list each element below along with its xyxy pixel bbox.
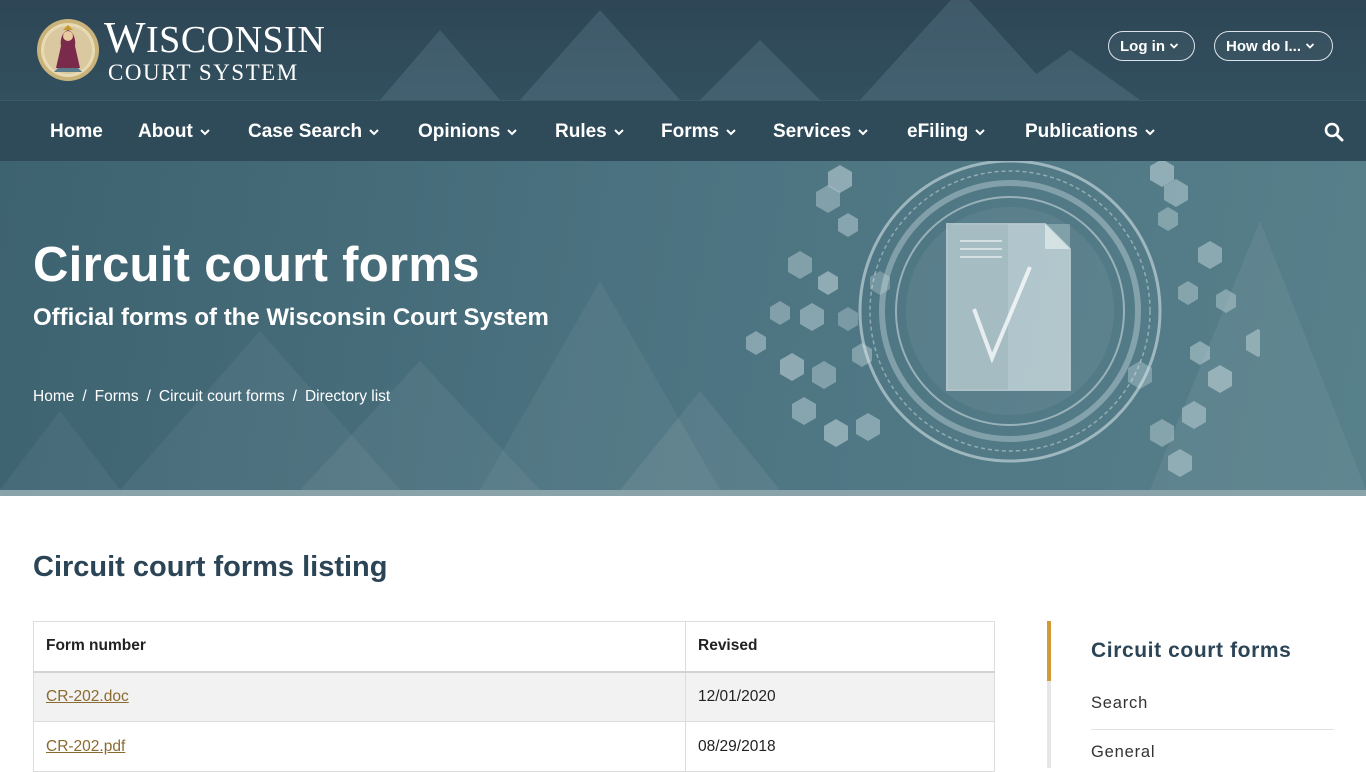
nav-item-rules[interactable]: Rules <box>555 101 625 162</box>
section-title: Circuit court forms listing <box>33 551 388 583</box>
hero-banner: Circuit court forms Official forms of th… <box>0 161 1366 490</box>
nav-item-home[interactable]: Home <box>50 101 103 162</box>
nav-item-case-search[interactable]: Case Search <box>248 101 380 162</box>
column-header-revised[interactable]: Revised <box>685 621 995 673</box>
breadcrumb-circuit-court-forms[interactable]: Circuit court forms <box>159 388 285 406</box>
chevron-down-icon <box>726 128 736 135</box>
breadcrumb-forms[interactable]: Forms <box>95 388 139 406</box>
sidebar-nav: Circuit court forms Search General <box>1047 621 1334 768</box>
hero-bottom-border <box>0 490 1366 496</box>
nav-item-about[interactable]: About <box>138 101 211 162</box>
nav-item-publications[interactable]: Publications <box>1025 101 1156 162</box>
breadcrumb-separator: / <box>292 388 297 405</box>
table-header-row: Form number Revised <box>33 621 995 673</box>
document-checkmark-illustration <box>746 161 1260 477</box>
table-row: CR-202.doc 12/01/2020 <box>33 671 995 722</box>
nav-item-opinions[interactable]: Opinions <box>418 101 518 162</box>
nav-item-label: eFiling <box>907 120 969 142</box>
chevron-down-icon <box>614 128 624 135</box>
nav-item-label: Case Search <box>248 120 363 142</box>
nav-item-label: Publications <box>1025 120 1138 142</box>
column-header-form-number[interactable]: Form number <box>33 621 686 673</box>
chevron-down-icon <box>975 128 985 135</box>
chevron-down-icon <box>1305 43 1315 49</box>
page-subtitle: Official forms of the Wisconsin Court Sy… <box>33 304 549 331</box>
form-link[interactable]: CR-202.pdf <box>46 738 125 755</box>
table-cell-revised: 08/29/2018 <box>685 721 995 772</box>
wisconsin-court-system-logo[interactable]: WISCONSIN COURT SYSTEM <box>36 16 326 85</box>
breadcrumb-separator: / <box>146 388 151 405</box>
nav-item-label: Home <box>50 120 103 142</box>
nav-item-label: Services <box>773 120 852 142</box>
table-cell-form: CR-202.doc <box>33 671 686 722</box>
how-do-i-label: How do I... <box>1226 37 1301 55</box>
breadcrumb-current: Directory list <box>304 388 391 405</box>
nav-item-forms[interactable]: Forms <box>661 101 737 162</box>
nav-item-label: About <box>138 120 193 142</box>
site-header: WISCONSIN COURT SYSTEM Log in How do I..… <box>0 0 1366 100</box>
nav-item-label: Rules <box>555 120 607 142</box>
table-cell-revised: 12/01/2020 <box>685 671 995 722</box>
nav-item-services[interactable]: Services <box>773 101 869 162</box>
logo-line2-text: COURT SYSTEM <box>108 60 299 85</box>
nav-item-label: Forms <box>661 120 720 142</box>
forms-table: Form number Revised CR-202.doc 12/01/202… <box>33 621 995 772</box>
chevron-down-icon <box>858 128 868 135</box>
chevron-down-icon <box>507 128 518 135</box>
table-cell-form: CR-202.pdf <box>33 721 686 772</box>
main-navigation: Home About Case Search Opinions Rules Fo… <box>0 100 1366 161</box>
sidebar-item-general[interactable]: General <box>1091 743 1334 762</box>
logo-initial: W <box>104 13 147 62</box>
chevron-down-icon <box>369 128 379 135</box>
chevron-down-icon <box>1169 43 1179 49</box>
chevron-down-icon <box>200 128 210 135</box>
login-label: Log in <box>1120 37 1165 55</box>
chevron-down-icon <box>1145 128 1155 135</box>
login-button[interactable]: Log in <box>1108 31 1195 61</box>
form-link[interactable]: CR-202.doc <box>46 688 129 705</box>
court-seal-icon <box>36 18 100 82</box>
search-icon[interactable] <box>1322 120 1346 144</box>
how-do-i-button[interactable]: How do I... <box>1214 31 1333 61</box>
sidebar-active-indicator <box>1047 621 1051 681</box>
table-row: CR-202.pdf 08/29/2018 <box>33 721 995 772</box>
sidebar-title[interactable]: Circuit court forms <box>1091 639 1291 663</box>
nav-item-label: Opinions <box>418 120 501 142</box>
nav-item-efiling[interactable]: eFiling <box>907 101 986 162</box>
sidebar-item-search[interactable]: Search <box>1091 694 1334 730</box>
breadcrumb-separator: / <box>82 388 87 405</box>
breadcrumb-home[interactable]: Home <box>33 388 74 406</box>
page-title: Circuit court forms <box>33 238 480 292</box>
breadcrumb: Home / Forms / Circuit court forms / Dir… <box>33 388 390 406</box>
logo-line1-text: ISCONSIN <box>146 19 326 61</box>
